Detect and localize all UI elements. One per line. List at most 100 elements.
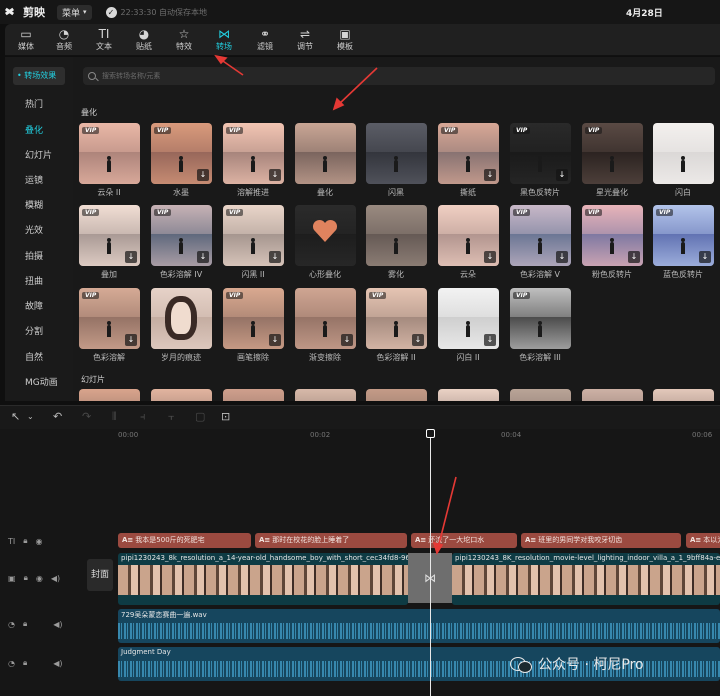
screenshot-icon[interactable]: ⊡ (221, 410, 230, 423)
transition-thumbnail[interactable] (653, 123, 714, 184)
speaker-icon[interactable]: ◀︎) (53, 659, 62, 668)
transition-thumbnail[interactable]: VIP (510, 288, 571, 349)
download-icon[interactable]: ↓ (484, 251, 496, 263)
transition-thumbnail[interactable] (653, 389, 714, 401)
select-cursor-icon[interactable]: ↖ (11, 410, 20, 423)
sidebar-header[interactable]: • 转场效果 (13, 67, 65, 85)
download-icon[interactable]: ↓ (197, 169, 209, 181)
transition-thumbnail[interactable]: VIP (582, 123, 643, 184)
search-bar[interactable] (83, 67, 715, 85)
download-icon[interactable]: ↓ (269, 251, 281, 263)
download-icon[interactable]: ↓ (699, 251, 711, 263)
sidebar-item-mg[interactable]: MG动画 (25, 375, 58, 388)
sidebar-item-camera[interactable]: 运镜 (25, 173, 43, 186)
download-icon[interactable]: ↓ (269, 334, 281, 346)
download-icon[interactable]: ↓ (484, 169, 496, 181)
transition-thumbnail[interactable] (582, 389, 643, 401)
download-icon[interactable]: ↓ (556, 251, 568, 263)
download-icon[interactable]: ↓ (125, 251, 137, 263)
download-icon[interactable]: ↓ (125, 334, 137, 346)
menu-button[interactable]: 菜单 ▾ (57, 4, 92, 20)
tab-media[interactable]: ▭ 媒体 (8, 27, 44, 52)
transition-thumbnail[interactable]: VIP ↓ (151, 205, 212, 266)
transition-thumbnail[interactable]: ↓ (295, 288, 356, 349)
sidebar-item-slideshow[interactable]: 幻灯片 (25, 148, 52, 161)
transition-thumbnail[interactable] (151, 288, 212, 349)
transition-thumbnail[interactable]: VIP ↓ (223, 123, 284, 184)
text-clip[interactable]: A≡ 那时在校花的脸上睡着了 (255, 533, 407, 548)
transition-thumbnail[interactable] (295, 123, 356, 184)
lock-icon[interactable]: 🔒︎ (24, 573, 28, 583)
playhead-handle[interactable] (426, 429, 435, 438)
download-icon[interactable]: ↓ (628, 251, 640, 263)
text-clip[interactable]: A≡ 班里的男同学对我咬牙切齿 (521, 533, 681, 548)
sidebar-item-light[interactable]: 光效 (25, 223, 43, 236)
transition-thumbnail[interactable]: VIP ↓ (151, 123, 212, 184)
lock-icon[interactable]: 🔒︎ (23, 536, 27, 546)
tab-text[interactable]: TI 文本 (86, 27, 122, 52)
transition-thumbnail[interactable] (510, 389, 571, 401)
tab-adjust[interactable]: ⇌ 调节 (287, 27, 323, 52)
tab-audio[interactable]: ◔ 音频 (46, 27, 82, 52)
chevron-down-icon[interactable]: ⌄ (27, 412, 34, 421)
download-icon[interactable]: ↓ (484, 334, 496, 346)
transition-thumbnail[interactable]: VIP ↓ (79, 205, 140, 266)
transition-thumbnail[interactable]: VIP ↓ (510, 205, 571, 266)
eye-icon[interactable]: ◉ (36, 574, 43, 583)
download-icon[interactable]: ↓ (556, 169, 568, 181)
sidebar-item-shoot[interactable]: 拍摄 (25, 249, 43, 262)
speaker-icon[interactable]: ◀︎) (53, 620, 62, 629)
lock-icon[interactable]: 🔒︎ (23, 619, 27, 629)
cover-button[interactable]: 封面 (87, 559, 113, 591)
time-ruler[interactable]: 00:00 00:02 00:04 00:06 (80, 429, 720, 443)
text-clip[interactable]: A≡本以为 (686, 533, 720, 548)
download-icon[interactable]: ↓ (197, 251, 209, 263)
transition-thumbnail[interactable] (223, 389, 284, 401)
text-clip[interactable]: A≡ 还流了一大坨口水 (411, 533, 517, 548)
transition-thumbnail[interactable]: VIP ↓ (653, 205, 714, 266)
eye-icon[interactable]: ◉ (36, 537, 43, 546)
transition-thumbnail[interactable] (295, 205, 356, 266)
playhead[interactable] (430, 429, 431, 696)
sidebar-item-split[interactable]: 分割 (25, 324, 43, 337)
transition-thumbnail[interactable]: VIP ↓ (582, 205, 643, 266)
transition-thumbnail[interactable]: VIP ↓ (79, 288, 140, 349)
transition-thumbnail[interactable] (151, 389, 212, 401)
sidebar-item-distort[interactable]: 扭曲 (25, 274, 43, 287)
video-clip[interactable]: pipi1230243_8K_resolution_movie-level_li… (452, 553, 720, 605)
audio-clip[interactable]: 729吴朵蒙恋赛曲一遍.wav (118, 609, 720, 643)
transition-thumbnail[interactable]: VIP ↓ (223, 205, 284, 266)
transition-thumbnail[interactable] (366, 389, 427, 401)
transition-thumbnail[interactable] (295, 389, 356, 401)
video-clip[interactable]: pipi1230243_8k_resolution_a_14-year-old_… (118, 553, 408, 605)
sidebar-item-blur[interactable]: 模糊 (25, 198, 43, 211)
download-icon[interactable]: ↓ (412, 334, 424, 346)
undo-icon[interactable]: ↶ (53, 410, 62, 423)
download-icon[interactable]: ↓ (341, 334, 353, 346)
tab-sticker[interactable]: ◕ 贴纸 (126, 27, 162, 52)
transition-thumbnail[interactable]: VIP ↓ (438, 123, 499, 184)
sidebar-item-nature[interactable]: 自然 (25, 350, 43, 363)
sidebar-item-glitch[interactable]: 故障 (25, 299, 43, 312)
tab-effects[interactable]: ☆ 特效 (166, 27, 202, 52)
download-icon[interactable]: ↓ (269, 169, 281, 181)
transition-thumbnail[interactable]: ↓ (438, 205, 499, 266)
transition-thumbnail[interactable]: VIP ↓ (223, 288, 284, 349)
transition-thumbnail[interactable]: VIP ↓ (366, 288, 427, 349)
sidebar-item-popular[interactable]: 热门 (25, 97, 43, 110)
tab-template[interactable]: ▣ 模板 (327, 27, 363, 52)
transition-thumbnail[interactable]: VIP (79, 123, 140, 184)
transition-thumbnail[interactable]: VIP ↓ (510, 123, 571, 184)
text-clip[interactable]: A≡ 我本是500斤的死肥宅 (118, 533, 251, 548)
transition-thumbnail[interactable] (79, 389, 140, 401)
speaker-icon[interactable]: ◀︎) (51, 574, 60, 583)
search-input[interactable] (102, 72, 682, 80)
sidebar-item-dissolve[interactable]: 叠化 (25, 123, 43, 136)
tab-filter[interactable]: ⚭ 滤镜 (247, 27, 283, 52)
transition-thumbnail[interactable] (438, 389, 499, 401)
transition-thumbnail[interactable]: ↓ (438, 288, 499, 349)
transition-thumbnail[interactable] (366, 205, 427, 266)
transition-thumbnail[interactable] (366, 123, 427, 184)
lock-icon[interactable]: 🔒︎ (23, 658, 27, 668)
tab-transition[interactable]: ⋈ 转场 (206, 27, 242, 52)
